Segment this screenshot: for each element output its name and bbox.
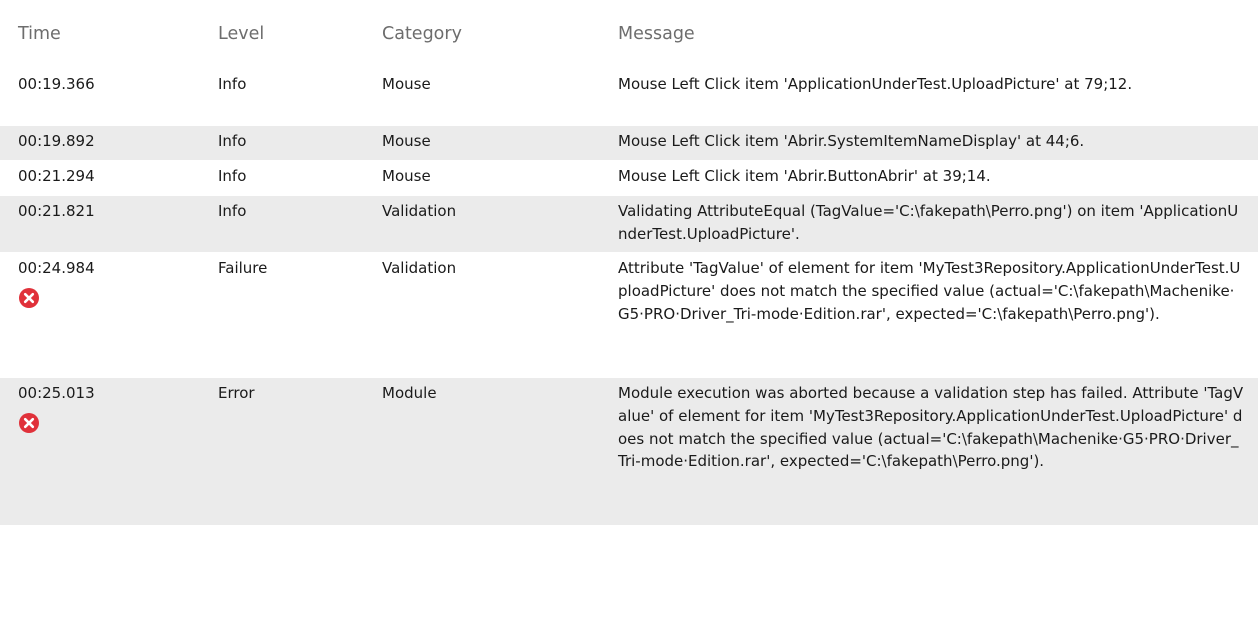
table-row[interactable]: 00:19.366 Info Mouse Mouse Left Click it… xyxy=(0,68,1258,126)
cell-time: 00:24.984 xyxy=(0,252,200,378)
report-log-table: Time Level Category Message 00:19.366 In… xyxy=(0,0,1258,525)
table-row[interactable]: 00:21.821 Info Validation Validating Att… xyxy=(0,195,1258,253)
header-row: Time Level Category Message xyxy=(0,0,1258,69)
column-header-message[interactable]: Message xyxy=(600,0,1258,69)
cell-message: Mouse Left Click item 'ApplicationUnderT… xyxy=(600,68,1258,126)
table-row[interactable]: 00:25.013 Error Module Module execution … xyxy=(0,377,1258,525)
cell-message: Validating AttributeEqual (TagValue='C:\… xyxy=(600,195,1258,253)
cell-category: Module xyxy=(364,377,600,525)
cell-time: 00:21.821 xyxy=(0,195,200,253)
cell-level: Info xyxy=(200,125,364,161)
cell-message: Mouse Left Click item 'Abrir.ButtonAbrir… xyxy=(600,160,1258,196)
table-header: Time Level Category Message xyxy=(0,0,1258,69)
cell-time: 00:19.366 xyxy=(0,68,200,126)
column-header-category[interactable]: Category xyxy=(364,0,600,69)
cell-category: Validation xyxy=(364,252,600,378)
cell-time: 00:25.013 xyxy=(0,377,200,525)
cell-message: Attribute 'TagValue' of element for item… xyxy=(600,252,1258,378)
table-row[interactable]: 00:19.892 Info Mouse Mouse Left Click it… xyxy=(0,125,1258,161)
column-header-level[interactable]: Level xyxy=(200,0,364,69)
table-row[interactable]: 00:24.984 Failure Validation Attribute '… xyxy=(0,252,1258,378)
cell-level: Info xyxy=(200,195,364,253)
cell-level: Info xyxy=(200,68,364,126)
cell-level: Info xyxy=(200,160,364,196)
cell-level: Error xyxy=(200,377,364,525)
cell-category: Validation xyxy=(364,195,600,253)
cell-level: Failure xyxy=(200,252,364,378)
cell-message: Module execution was aborted because a v… xyxy=(600,377,1258,525)
cell-category: Mouse xyxy=(364,125,600,161)
cell-time-text: 00:25.013 xyxy=(18,384,95,402)
cell-category: Mouse xyxy=(364,160,600,196)
table-body: 00:19.366 Info Mouse Mouse Left Click it… xyxy=(0,68,1258,525)
cell-message: Mouse Left Click item 'Abrir.SystemItemN… xyxy=(600,125,1258,161)
cell-time: 00:19.892 xyxy=(0,125,200,161)
table-row[interactable]: 00:21.294 Info Mouse Mouse Left Click it… xyxy=(0,160,1258,196)
cell-time: 00:21.294 xyxy=(0,160,200,196)
cell-category: Mouse xyxy=(364,68,600,126)
column-header-time[interactable]: Time xyxy=(0,0,200,69)
error-icon xyxy=(19,412,39,433)
error-icon xyxy=(19,287,39,308)
cell-time-text: 00:24.984 xyxy=(18,259,95,277)
